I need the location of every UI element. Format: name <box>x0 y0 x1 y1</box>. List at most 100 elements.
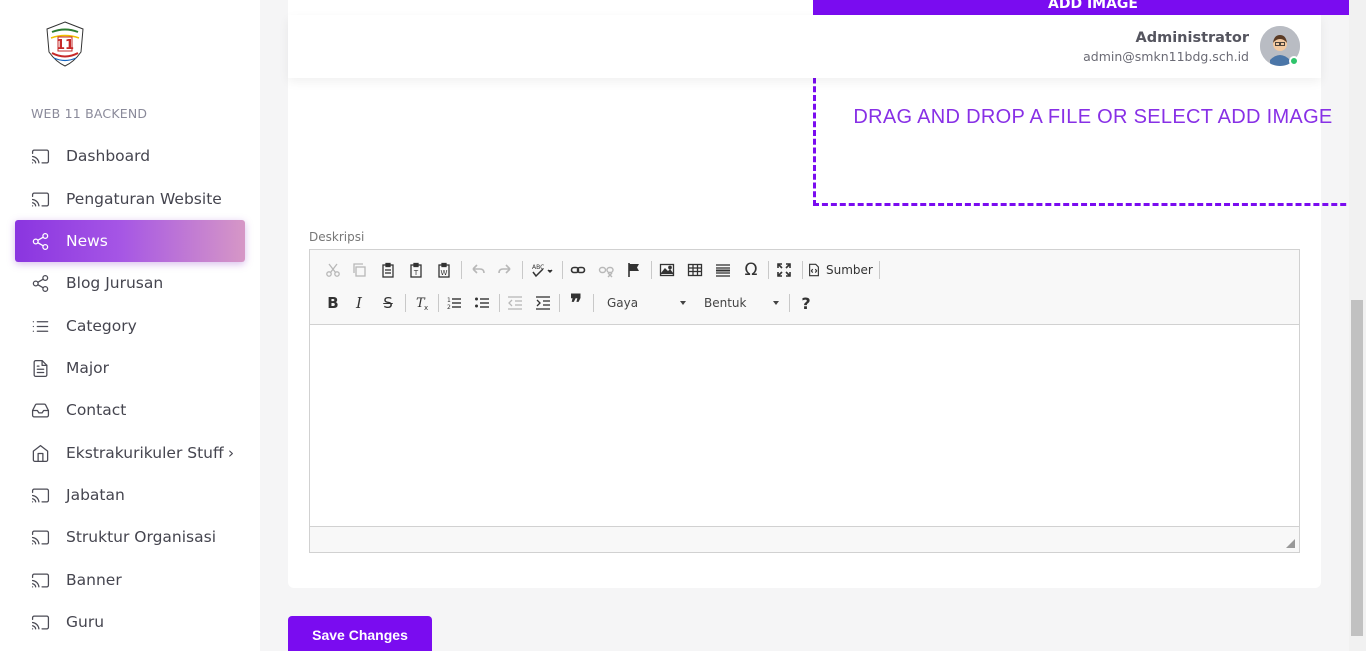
page-scrollbar[interactable] <box>1349 0 1366 651</box>
paste-word-icon[interactable]: W <box>432 258 456 282</box>
svg-text:1: 1 <box>447 297 451 304</box>
remove-format-icon[interactable]: Tx <box>410 291 434 315</box>
sidebar-item-pengaturan-website[interactable]: Pengaturan Website <box>15 178 245 220</box>
sidebar-item-label: Guru <box>66 613 105 631</box>
sidebar-item-label: Struktur Organisasi <box>66 528 217 546</box>
cast-icon <box>30 485 50 505</box>
special-char-icon[interactable]: Ω <box>739 258 763 282</box>
format-combo-label: Bentuk <box>704 296 747 310</box>
cut-icon[interactable] <box>321 258 345 282</box>
top-header: Administrator admin@smkn11bdg.sch.id <box>288 15 1321 78</box>
sidebar-item-blog-jurusan[interactable]: Blog Jurusan <box>15 262 245 304</box>
toolbar-separator <box>593 294 594 312</box>
maximize-icon[interactable] <box>772 258 796 282</box>
svg-text:x: x <box>424 304 428 311</box>
paste-text-icon[interactable]: T <box>404 258 428 282</box>
sidebar-item-category[interactable]: Category <box>15 305 245 347</box>
toolbar-separator <box>768 261 769 279</box>
save-changes-button[interactable]: Save Changes <box>288 616 432 651</box>
description-label: Deskripsi <box>309 230 365 244</box>
toolbar-separator <box>651 261 652 279</box>
sidebar-item-ekstrakurikuler-stuff[interactable]: Ekstrakurikuler Stuff › <box>15 432 245 474</box>
editor-content-area[interactable] <box>310 325 1299 526</box>
add-image-button[interactable]: ADD IMAGE <box>813 0 1366 15</box>
toolbar-separator <box>789 294 790 312</box>
sidebar-item-label: Blog Jurusan <box>66 274 164 292</box>
indent-icon[interactable] <box>531 291 555 315</box>
source-button[interactable]: Sumber <box>807 258 879 282</box>
style-combo[interactable]: Gaya <box>603 291 690 315</box>
anchor-flag-icon[interactable] <box>622 258 646 282</box>
unlink-icon[interactable] <box>594 258 618 282</box>
bold-button[interactable]: B <box>321 291 345 315</box>
toolbar-separator <box>879 261 880 279</box>
sidebar-item-guru[interactable]: Guru <box>15 601 245 643</box>
sidebar: 11 WEB 11 BACKEND Dashboard Pengaturan W… <box>0 0 260 651</box>
svg-text:2: 2 <box>447 304 451 311</box>
undo-icon[interactable] <box>466 258 490 282</box>
numbered-list-icon[interactable]: 12 <box>442 291 466 315</box>
italic-button[interactable]: I <box>347 291 371 315</box>
svg-text:W: W <box>441 269 448 277</box>
paste-icon[interactable] <box>376 258 400 282</box>
horizontal-rule-icon[interactable] <box>711 258 735 282</box>
home-icon <box>30 443 50 463</box>
sidebar-item-news[interactable]: News <box>15 220 245 262</box>
sidebar-item-label: Jabatan <box>66 486 125 504</box>
sidebar-item-jabatan[interactable]: Jabatan <box>15 474 245 516</box>
bulleted-list-icon[interactable] <box>470 291 494 315</box>
toolbar-separator <box>499 294 500 312</box>
dropzone-text: DRAG AND DROP A FILE OR SELECT ADD IMAGE <box>853 106 1333 128</box>
sidebar-item-major[interactable]: Major <box>15 347 245 389</box>
share-icon <box>30 231 50 251</box>
format-combo[interactable]: Bentuk <box>700 291 783 315</box>
cast-icon <box>30 570 50 590</box>
sidebar-item-label: Pengaturan Website <box>66 190 222 208</box>
editor-footer <box>310 526 1299 552</box>
sidebar-item-label: Contact <box>66 401 127 419</box>
sidebar-section-label: WEB 11 BACKEND <box>31 106 148 121</box>
toolbar-separator <box>559 294 560 312</box>
style-combo-label: Gaya <box>607 296 639 310</box>
sidebar-item-label: Major <box>66 359 110 377</box>
sidebar-item-label: Category <box>66 317 137 335</box>
user-email: admin@smkn11bdg.sch.id <box>1083 49 1249 64</box>
cast-icon <box>30 612 50 632</box>
toolbar-separator <box>438 294 439 312</box>
source-label: Sumber <box>826 263 873 277</box>
image-icon[interactable] <box>655 258 679 282</box>
toolbar-separator <box>522 261 523 279</box>
resize-handle-icon[interactable] <box>1286 539 1295 548</box>
sidebar-item-contact[interactable]: Contact <box>15 389 245 431</box>
scrollbar-thumb[interactable] <box>1351 300 1363 636</box>
svg-text:11: 11 <box>56 38 74 53</box>
toolbar-separator <box>405 294 406 312</box>
strikethrough-button[interactable]: S <box>376 291 400 315</box>
toolbar-separator <box>562 261 563 279</box>
spellcheck-icon[interactable]: ABC <box>528 258 558 282</box>
outdent-icon[interactable] <box>503 291 527 315</box>
table-icon[interactable] <box>683 258 707 282</box>
source-icon <box>809 263 819 277</box>
chevron-right-icon: › <box>228 444 234 462</box>
user-name[interactable]: Administrator <box>1135 30 1249 46</box>
image-dropzone[interactable]: DRAG AND DROP A FILE OR SELECT ADD IMAGE <box>813 60 1366 206</box>
blockquote-icon[interactable]: ❞ <box>564 290 588 316</box>
sidebar-item-dashboard[interactable]: Dashboard <box>15 135 245 177</box>
sidebar-item-banner[interactable]: Banner <box>15 559 245 601</box>
sidebar-item-label: Dashboard <box>66 147 151 165</box>
redo-icon[interactable] <box>493 258 517 282</box>
share-icon <box>30 273 50 293</box>
help-button[interactable]: ? <box>794 291 818 315</box>
cast-icon <box>30 527 50 547</box>
cast-icon <box>30 189 50 209</box>
chevron-down-icon <box>773 301 779 305</box>
svg-text:T: T <box>413 269 419 277</box>
school-logo[interactable]: 11 <box>44 20 86 68</box>
sidebar-item-label: Banner <box>66 571 122 589</box>
link-icon[interactable] <box>566 258 590 282</box>
sidebar-item-struktur-organisasi[interactable]: Struktur Organisasi <box>15 516 245 558</box>
chevron-down-icon <box>680 301 686 305</box>
copy-icon[interactable] <box>347 258 371 282</box>
toolbar-separator <box>802 261 803 279</box>
